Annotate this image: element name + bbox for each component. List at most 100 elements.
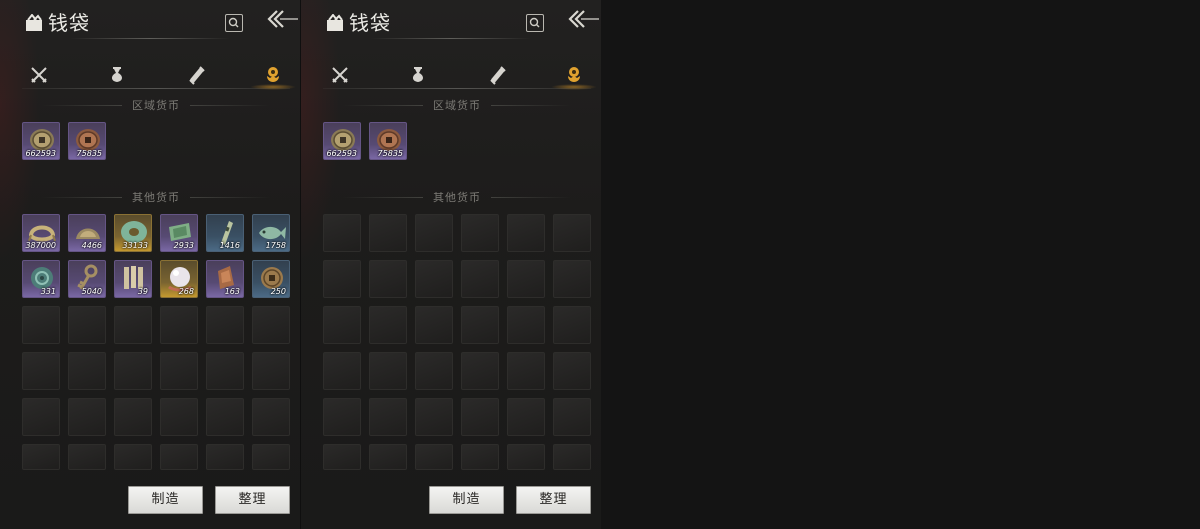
- header-divider: [371, 38, 531, 39]
- tabs-divider: [323, 88, 591, 89]
- empty-slot: [160, 398, 198, 436]
- wallet-icon: [325, 13, 345, 32]
- empty-slot: [160, 444, 198, 470]
- empty-slot: [369, 214, 407, 252]
- currency-slot[interactable]: 331: [22, 260, 60, 298]
- empty-slot: [252, 444, 290, 470]
- item-quantity: 75835: [377, 149, 403, 158]
- empty-slot: [369, 260, 407, 298]
- tab-crossed-swords[interactable]: [24, 62, 54, 88]
- wallet-icon: [24, 13, 44, 32]
- empty-slot: [507, 352, 545, 390]
- item-quantity: 5040: [81, 287, 102, 296]
- currency-slot[interactable]: 250: [252, 260, 290, 298]
- item-quantity: 268: [178, 287, 194, 296]
- empty-slot: [369, 398, 407, 436]
- wallet-panel-left: 钱袋 区域货币 662593 75835 其他货币 387000 4466 33133 2933…: [0, 0, 300, 529]
- empty-slot: [461, 398, 499, 436]
- empty-slot: [415, 214, 453, 252]
- currency-slot[interactable]: 2933: [160, 214, 198, 252]
- empty-slot: [507, 260, 545, 298]
- item-quantity: 662593: [326, 149, 357, 158]
- currency-slot[interactable]: 662593: [323, 122, 361, 160]
- section-title-regional: 区域货币: [22, 97, 290, 113]
- tab-crossed-swords[interactable]: [325, 62, 355, 88]
- empty-slot: [114, 444, 152, 470]
- empty-slot: [22, 444, 60, 470]
- empty-slot: [68, 306, 106, 344]
- empty-slot: [252, 398, 290, 436]
- empty-slot: [553, 352, 591, 390]
- section-title-other: 其他货币: [22, 189, 290, 205]
- currency-slot[interactable]: 1758: [252, 214, 290, 252]
- currency-slot[interactable]: 5040: [68, 260, 106, 298]
- tab-coin-pouch[interactable]: [551, 62, 597, 90]
- empty-slot: [415, 306, 453, 344]
- category-tabs: [323, 62, 597, 90]
- category-tabs: [22, 62, 296, 90]
- empty-slot: [323, 444, 361, 470]
- page-title: 钱袋: [349, 11, 391, 35]
- empty-slot: [323, 214, 361, 252]
- search-button[interactable]: [526, 14, 544, 32]
- tab-coin-pouch[interactable]: [250, 62, 296, 90]
- back-button[interactable]: [266, 8, 298, 32]
- empty-slot: [68, 398, 106, 436]
- item-quantity: 1416: [219, 241, 240, 250]
- item-quantity: 250: [270, 287, 286, 296]
- empty-slot: [206, 444, 244, 470]
- tab-scroll[interactable]: [182, 62, 212, 88]
- item-quantity: 33133: [122, 241, 148, 250]
- currency-slot[interactable]: 163: [206, 260, 244, 298]
- back-arrow-icon: [567, 10, 599, 36]
- empty-slot: [415, 260, 453, 298]
- empty-slot: [461, 214, 499, 252]
- empty-slot: [553, 260, 591, 298]
- tabs-divider: [22, 88, 290, 89]
- currency-slot[interactable]: 33133: [114, 214, 152, 252]
- empty-slot: [553, 444, 591, 470]
- empty-slot: [206, 306, 244, 344]
- currency-slot[interactable]: 4466: [68, 214, 106, 252]
- back-button[interactable]: [567, 8, 599, 32]
- empty-slot: [461, 306, 499, 344]
- currency-slot[interactable]: 75835: [68, 122, 106, 160]
- empty-slot: [369, 352, 407, 390]
- tab-pouch[interactable]: [403, 62, 433, 88]
- craft-button[interactable]: 制造: [429, 486, 504, 514]
- item-quantity: 163: [224, 287, 240, 296]
- empty-slot: [507, 444, 545, 470]
- empty-slot: [114, 398, 152, 436]
- search-button[interactable]: [225, 14, 243, 32]
- empty-slot: [22, 352, 60, 390]
- currency-slot[interactable]: 39: [114, 260, 152, 298]
- item-quantity: 331: [40, 287, 56, 296]
- craft-button[interactable]: 制造: [128, 486, 203, 514]
- currency-slot[interactable]: 662593: [22, 122, 60, 160]
- empty-slot: [206, 398, 244, 436]
- currency-slot[interactable]: 387000: [22, 214, 60, 252]
- section-title-other: 其他货币: [323, 189, 591, 205]
- empty-slot: [507, 214, 545, 252]
- tab-scroll[interactable]: [483, 62, 513, 88]
- currency-slot[interactable]: 1416: [206, 214, 244, 252]
- currency-slot[interactable]: 268: [160, 260, 198, 298]
- sort-button[interactable]: 整理: [215, 486, 290, 514]
- empty-slot: [461, 260, 499, 298]
- tab-pouch[interactable]: [102, 62, 132, 88]
- empty-slot: [68, 352, 106, 390]
- item-quantity: 2933: [173, 241, 194, 250]
- header-divider: [70, 38, 230, 39]
- item-quantity: 4466: [81, 241, 102, 250]
- empty-slot: [369, 306, 407, 344]
- sort-button[interactable]: 整理: [516, 486, 591, 514]
- empty-slot: [415, 352, 453, 390]
- empty-slot: [507, 398, 545, 436]
- empty-slot: [323, 306, 361, 344]
- empty-slot: [461, 444, 499, 470]
- empty-slot: [323, 260, 361, 298]
- wallet-panel-right: 钱袋 区域货币 662593 75835 其他货币 制造 整理: [300, 0, 601, 529]
- currency-slot[interactable]: 75835: [369, 122, 407, 160]
- item-quantity: 662593: [25, 149, 56, 158]
- empty-slot: [160, 352, 198, 390]
